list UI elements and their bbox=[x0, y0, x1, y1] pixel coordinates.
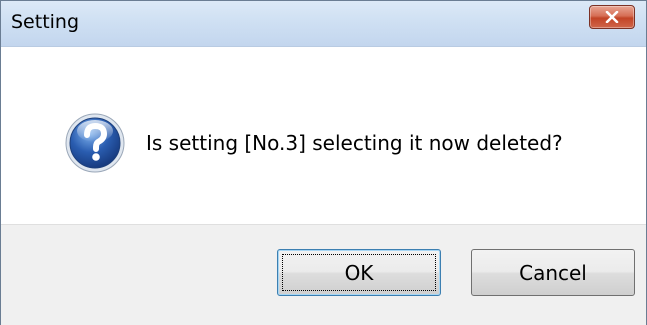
cancel-button[interactable]: Cancel bbox=[471, 249, 635, 296]
focus-rectangle bbox=[282, 254, 436, 291]
ok-button[interactable]: OK bbox=[277, 249, 441, 296]
close-icon bbox=[605, 11, 619, 23]
dialog-message: Is setting [No.3] selecting it now delet… bbox=[146, 131, 563, 155]
button-bar: OK Cancel bbox=[1, 224, 646, 325]
dialog-content: Is setting [No.3] selecting it now delet… bbox=[1, 47, 646, 223]
question-icon bbox=[65, 113, 125, 173]
cancel-button-label: Cancel bbox=[519, 260, 587, 285]
window-title: Setting bbox=[11, 11, 80, 33]
close-button[interactable] bbox=[589, 5, 635, 29]
title-bar[interactable]: Setting bbox=[1, 1, 646, 47]
dialog-window: Setting Is setting [No.3] selecting it n… bbox=[0, 0, 647, 325]
